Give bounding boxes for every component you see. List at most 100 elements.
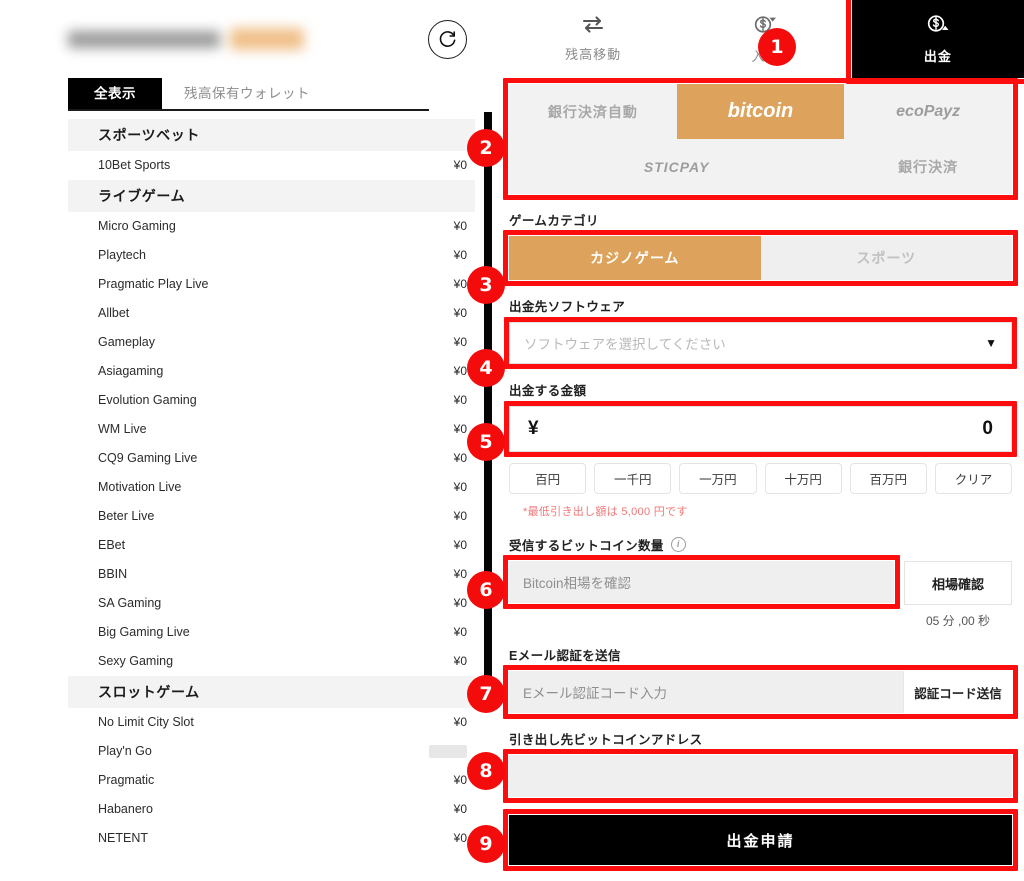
wallet-name: Play'n Go	[98, 744, 152, 758]
list-item[interactable]: WM Live ¥0	[0, 415, 497, 444]
wallet-amount: ¥0	[453, 831, 467, 845]
wallet-name: Pragmatic	[98, 773, 155, 787]
segment-casino[interactable]: カジノゲーム	[509, 236, 761, 280]
list-item[interactable]: Micro Gaming ¥0	[0, 212, 497, 241]
list-item[interactable]: Sexy Gaming ¥0	[0, 647, 497, 676]
wallet-amount: ¥0	[453, 625, 467, 639]
annotation-badge-8: 8	[467, 752, 505, 790]
segment-sports[interactable]: スポーツ	[761, 236, 1013, 280]
btc-amount-input[interactable]: Bitcoin相場を確認	[503, 555, 900, 609]
quick-amount-100[interactable]: 百円	[509, 463, 587, 494]
label-text: ゲームカテゴリ	[509, 214, 599, 228]
list-item[interactable]: Asiagaming ¥0	[0, 357, 497, 386]
list-item[interactable]: Pragmatic ¥0	[0, 766, 497, 795]
wallet-amount: ¥0	[453, 306, 467, 320]
wallet-amount: ¥0	[453, 158, 467, 172]
btc-amount-label: 受信するビットコイン数量 i	[509, 535, 1012, 554]
quick-amount-clear[interactable]: クリア	[934, 463, 1013, 494]
software-select[interactable]: ソフトウェアを選択してください ▼	[504, 317, 1017, 369]
list-item[interactable]: NETENT ¥0	[0, 824, 497, 853]
tab-show-all[interactable]: 全表示	[68, 78, 162, 109]
list-item[interactable]: Big Gaming Live ¥0	[0, 618, 497, 647]
wallet-name: Sexy Gaming	[98, 654, 174, 668]
list-item[interactable]: Allbet ¥0	[0, 299, 497, 328]
email-code-input[interactable]: Eメール認証コード入力	[509, 671, 903, 713]
list-item[interactable]: No Limit City Slot ¥0	[0, 708, 497, 737]
group-header-sports: スポーツベット	[68, 119, 475, 151]
list-item[interactable]: Pragmatic Play Live ¥0	[0, 270, 497, 299]
annotation-badge-4: 4	[467, 349, 505, 387]
wallet-amount: ¥0	[453, 277, 467, 291]
wallet-name: Evolution Gaming	[98, 393, 197, 407]
wallet-amount: ¥0	[453, 654, 467, 668]
amount-input[interactable]: ¥ 0	[504, 401, 1017, 457]
list-item[interactable]: Motivation Live ¥0	[0, 473, 497, 502]
tab-label: 出金	[923, 48, 952, 64]
wallet-amount: ¥0	[453, 802, 467, 816]
tab-withdraw[interactable]: 出金	[845, 0, 1024, 84]
wallet-list[interactable]: スポーツベット 10Bet Sports ¥0 ライブゲーム Micro Gam…	[0, 119, 497, 879]
wallet-amount-redacted	[429, 745, 467, 758]
list-item[interactable]: EBet ¥0	[0, 531, 497, 560]
annotation-guide-bar	[484, 112, 492, 697]
list-item[interactable]: CQ9 Gaming Live ¥0	[0, 444, 497, 473]
btc-amount-row: Bitcoin相場を確認 相場確認 05 分 ,00 秒	[503, 555, 1012, 629]
annotation-badge-5: 5	[467, 423, 505, 461]
info-icon[interactable]: i	[670, 537, 686, 552]
wallet-name: SA Gaming	[98, 596, 162, 610]
label-text: 出金する金額	[509, 384, 587, 398]
wallet-amount: ¥0	[453, 422, 467, 436]
wallet-name: Motivation Live	[98, 480, 182, 494]
email-auth-label: Eメール認証を送信	[509, 645, 1012, 664]
list-item[interactable]: SA Gaming ¥0	[0, 589, 497, 618]
amount-value: 0	[982, 418, 993, 439]
minimum-withdrawal-note: *最低引き出し額は 5,000 円です	[523, 506, 688, 518]
payment-method-bank-auto[interactable]: 銀行決済自動	[509, 84, 677, 139]
annotation-badge-9: 9	[467, 825, 505, 863]
payment-method-sticpay[interactable]: STICPAY	[509, 139, 844, 194]
list-item[interactable]: Habanero ¥0	[0, 795, 497, 824]
wallet-amount: ¥0	[453, 393, 467, 407]
payment-method-ecopayz[interactable]: ecoPayz	[844, 84, 1012, 139]
annotation-badge-1: 1	[758, 28, 796, 66]
list-item[interactable]: BBIN ¥0	[0, 560, 497, 589]
quick-amount-100000[interactable]: 十万円	[764, 463, 842, 494]
email-code-placeholder: Eメール認証コード入力	[523, 686, 668, 701]
submit-withdrawal-button[interactable]: 出金申請	[503, 809, 1018, 871]
group-header-live: ライブゲーム	[68, 180, 475, 212]
game-category-segmented: カジノゲーム スポーツ	[503, 230, 1018, 286]
wallet-name: EBet	[98, 538, 126, 552]
quick-amount-buttons: 百円 一千円 一万円 十万円 百万円 クリア	[509, 463, 1013, 494]
tab-label: 残高移動	[565, 47, 622, 62]
label-text: 出金先ソフトウェア	[509, 300, 626, 314]
refresh-icon[interactable]	[428, 19, 467, 59]
list-item[interactable]: Beter Live ¥0	[0, 502, 497, 531]
quick-amount-1000[interactable]: 一千円	[594, 463, 672, 494]
quick-amount-10000[interactable]: 一万円	[679, 463, 757, 494]
check-rate-button[interactable]: 相場確認	[904, 561, 1012, 605]
list-item[interactable]: Play'n Go	[0, 737, 497, 766]
btc-address-input[interactable]	[503, 749, 1018, 803]
email-auth-row: Eメール認証コード入力 認証コード送信	[503, 665, 1018, 719]
wallet-name: No Limit City Slot	[98, 715, 194, 729]
tab-wallets-with-balance[interactable]: 残高保有ウォレット	[162, 78, 332, 109]
wallet-name: CQ9 Gaming Live	[98, 451, 198, 465]
currency-symbol: ¥	[528, 418, 539, 439]
wallet-amount: ¥0	[453, 567, 467, 581]
annotation-badge-2: 2	[467, 129, 505, 167]
wallet-amount: ¥0	[453, 715, 467, 729]
send-code-button[interactable]: 認証コード送信	[903, 671, 1012, 713]
tab-balance-transfer[interactable]: 残高移動	[507, 0, 679, 78]
transfer-arrows-icon	[581, 15, 605, 38]
list-item[interactable]: Playtech ¥0	[0, 241, 497, 270]
account-name-redacted	[68, 28, 304, 50]
quick-amount-1000000[interactable]: 百万円	[849, 463, 927, 494]
wallet-amount: ¥0	[453, 509, 467, 523]
list-item[interactable]: Evolution Gaming ¥0	[0, 386, 497, 415]
list-item[interactable]: Gameplay ¥0	[0, 328, 497, 357]
payment-method-bank[interactable]: 銀行決済	[844, 139, 1012, 194]
wallet-header	[0, 0, 497, 78]
wallet-name: Allbet	[98, 306, 130, 320]
list-item[interactable]: 10Bet Sports ¥0	[0, 151, 497, 180]
payment-method-bitcoin[interactable]: bitcoin	[676, 84, 845, 139]
